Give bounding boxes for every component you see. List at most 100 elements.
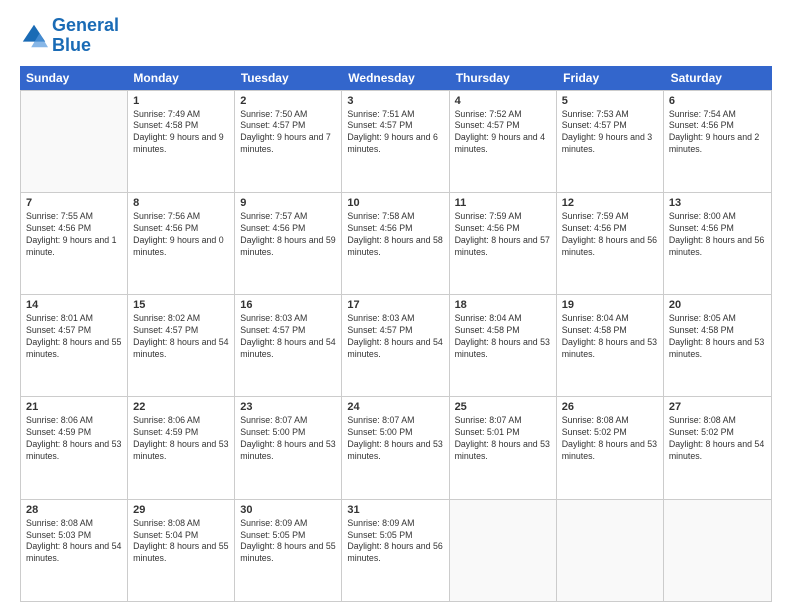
cal-cell: 25 Sunrise: 8:07 AMSunset: 5:01 PMDayligh…	[450, 397, 557, 498]
cell-info: Sunrise: 8:08 AMSunset: 5:02 PMDaylight:…	[562, 415, 658, 463]
week-row-5: 28 Sunrise: 8:08 AMSunset: 5:03 PMDayligh…	[21, 499, 771, 601]
day-header-wednesday: Wednesday	[342, 66, 449, 90]
day-header-friday: Friday	[557, 66, 664, 90]
cell-info: Sunrise: 8:06 AMSunset: 4:59 PMDaylight:…	[133, 415, 229, 463]
logo-text: General Blue	[52, 16, 119, 56]
day-header-monday: Monday	[127, 66, 234, 90]
cal-cell: 15Sunrise: 8:02 AMSunset: 4:57 PMDayligh…	[128, 295, 235, 396]
cal-cell: 20Sunrise: 8:05 AMSunset: 4:58 PMDayligh…	[664, 295, 771, 396]
cell-info: Sunrise: 8:03 AMSunset: 4:57 PMDaylight:…	[347, 313, 443, 361]
cal-cell: 16 Sunrise: 8:03 AMSunset: 4:57 PMDayligh…	[235, 295, 342, 396]
logo: General Blue	[20, 16, 119, 56]
cal-cell: 12 Sunrise: 7:59 AMSunset: 4:56 PMDayligh…	[557, 193, 664, 294]
day-header-tuesday: Tuesday	[235, 66, 342, 90]
cell-info: Sunrise: 8:04 AMSunset: 4:58 PMDaylight:…	[562, 313, 658, 361]
day-number: 6	[669, 95, 766, 107]
day-number: 24	[347, 401, 443, 413]
day-number: 7	[26, 197, 122, 209]
header: General Blue	[20, 16, 772, 56]
cal-cell	[21, 91, 128, 192]
day-header-thursday: Thursday	[450, 66, 557, 90]
cal-cell: 30Sunrise: 8:09 AMSunset: 5:05 PMDayligh…	[235, 500, 342, 601]
cell-info: Sunrise: 8:07 AMSunset: 5:00 PMDaylight:…	[347, 415, 443, 463]
cell-info: Sunrise: 8:07 AMSunset: 5:01 PMDaylight:…	[455, 415, 551, 463]
day-number: 20	[669, 299, 766, 311]
cal-cell: 10 Sunrise: 7:58 AMSunset: 4:56 PMDayligh…	[342, 193, 449, 294]
day-number: 1	[133, 95, 229, 107]
day-number: 4	[455, 95, 551, 107]
cell-info: Sunrise: 8:07 AMSunset: 5:00 PMDaylight:…	[240, 415, 336, 463]
cell-info: Sunrise: 7:57 AMSunset: 4:56 PMDaylight:…	[240, 211, 336, 259]
cal-cell: 6Sunrise: 7:54 AMSunset: 4:56 PMDaylight…	[664, 91, 771, 192]
day-number: 22	[133, 401, 229, 413]
cal-cell: 29 Sunrise: 8:08 AMSunset: 5:04 PMDayligh…	[128, 500, 235, 601]
cal-cell: 11Sunrise: 7:59 AMSunset: 4:56 PMDayligh…	[450, 193, 557, 294]
day-number: 31	[347, 504, 443, 516]
cell-info: Sunrise: 8:02 AMSunset: 4:57 PMDaylight:…	[133, 313, 229, 361]
day-number: 21	[26, 401, 122, 413]
day-number: 19	[562, 299, 658, 311]
cal-cell: 5 Sunrise: 7:53 AMSunset: 4:57 PMDaylight…	[557, 91, 664, 192]
cal-cell: 19 Sunrise: 8:04 AMSunset: 4:58 PMDayligh…	[557, 295, 664, 396]
cell-info: Sunrise: 7:49 AMSunset: 4:58 PMDaylight:…	[133, 109, 229, 157]
cell-info: Sunrise: 7:55 AMSunset: 4:56 PMDaylight:…	[26, 211, 122, 259]
cell-info: Sunrise: 8:08 AMSunset: 5:02 PMDaylight:…	[669, 415, 766, 463]
day-number: 18	[455, 299, 551, 311]
calendar: SundayMondayTuesdayWednesdayThursdayFrid…	[20, 66, 772, 602]
day-number: 29	[133, 504, 229, 516]
calendar-body: 1 Sunrise: 7:49 AMSunset: 4:58 PMDaylight…	[20, 90, 772, 602]
week-row-3: 14Sunrise: 8:01 AMSunset: 4:57 PMDayligh…	[21, 294, 771, 396]
cal-cell: 13Sunrise: 8:00 AMSunset: 4:56 PMDayligh…	[664, 193, 771, 294]
day-header-saturday: Saturday	[665, 66, 772, 90]
day-number: 14	[26, 299, 122, 311]
day-number: 26	[562, 401, 658, 413]
day-number: 9	[240, 197, 336, 209]
cell-info: Sunrise: 7:59 AMSunset: 4:56 PMDaylight:…	[455, 211, 551, 259]
cell-info: Sunrise: 7:50 AMSunset: 4:57 PMDaylight:…	[240, 109, 336, 157]
cell-info: Sunrise: 7:59 AMSunset: 4:56 PMDaylight:…	[562, 211, 658, 259]
cal-cell: 2 Sunrise: 7:50 AMSunset: 4:57 PMDaylight…	[235, 91, 342, 192]
day-number: 28	[26, 504, 122, 516]
day-number: 27	[669, 401, 766, 413]
day-number: 5	[562, 95, 658, 107]
cal-cell: 14Sunrise: 8:01 AMSunset: 4:57 PMDayligh…	[21, 295, 128, 396]
day-number: 17	[347, 299, 443, 311]
day-number: 16	[240, 299, 336, 311]
cal-cell: 4 Sunrise: 7:52 AMSunset: 4:57 PMDaylight…	[450, 91, 557, 192]
cal-cell: 23Sunrise: 8:07 AMSunset: 5:00 PMDayligh…	[235, 397, 342, 498]
cal-cell	[450, 500, 557, 601]
day-number: 12	[562, 197, 658, 209]
logo-icon	[20, 22, 48, 50]
calendar-header: SundayMondayTuesdayWednesdayThursdayFrid…	[20, 66, 772, 90]
day-number: 3	[347, 95, 443, 107]
cal-cell: 7 Sunrise: 7:55 AMSunset: 4:56 PMDaylight…	[21, 193, 128, 294]
cal-cell: 9 Sunrise: 7:57 AMSunset: 4:56 PMDaylight…	[235, 193, 342, 294]
cell-info: Sunrise: 7:56 AMSunset: 4:56 PMDaylight:…	[133, 211, 229, 259]
cell-info: Sunrise: 7:52 AMSunset: 4:57 PMDaylight:…	[455, 109, 551, 157]
cal-cell: 22 Sunrise: 8:06 AMSunset: 4:59 PMDayligh…	[128, 397, 235, 498]
day-number: 30	[240, 504, 336, 516]
cell-info: Sunrise: 7:53 AMSunset: 4:57 PMDaylight:…	[562, 109, 658, 157]
cal-cell: 26 Sunrise: 8:08 AMSunset: 5:02 PMDayligh…	[557, 397, 664, 498]
cal-cell: 8 Sunrise: 7:56 AMSunset: 4:56 PMDaylight…	[128, 193, 235, 294]
cell-info: Sunrise: 8:03 AMSunset: 4:57 PMDaylight:…	[240, 313, 336, 361]
cell-info: Sunrise: 8:06 AMSunset: 4:59 PMDaylight:…	[26, 415, 122, 463]
cell-info: Sunrise: 7:58 AMSunset: 4:56 PMDaylight:…	[347, 211, 443, 259]
cell-info: Sunrise: 8:08 AMSunset: 5:03 PMDaylight:…	[26, 518, 122, 566]
cal-cell: 1 Sunrise: 7:49 AMSunset: 4:58 PMDaylight…	[128, 91, 235, 192]
day-number: 2	[240, 95, 336, 107]
day-header-sunday: Sunday	[20, 66, 127, 90]
cal-cell: 21 Sunrise: 8:06 AMSunset: 4:59 PMDayligh…	[21, 397, 128, 498]
cal-cell: 27 Sunrise: 8:08 AMSunset: 5:02 PMDayligh…	[664, 397, 771, 498]
cal-cell	[557, 500, 664, 601]
cal-cell: 28 Sunrise: 8:08 AMSunset: 5:03 PMDayligh…	[21, 500, 128, 601]
day-number: 10	[347, 197, 443, 209]
day-number: 25	[455, 401, 551, 413]
page: General Blue SundayMondayTuesdayWednesda…	[0, 0, 792, 612]
week-row-4: 21 Sunrise: 8:06 AMSunset: 4:59 PMDayligh…	[21, 396, 771, 498]
week-row-1: 1 Sunrise: 7:49 AMSunset: 4:58 PMDaylight…	[21, 90, 771, 192]
cell-info: Sunrise: 8:08 AMSunset: 5:04 PMDaylight:…	[133, 518, 229, 566]
cell-info: Sunrise: 8:00 AMSunset: 4:56 PMDaylight:…	[669, 211, 766, 259]
cal-cell	[664, 500, 771, 601]
day-number: 8	[133, 197, 229, 209]
